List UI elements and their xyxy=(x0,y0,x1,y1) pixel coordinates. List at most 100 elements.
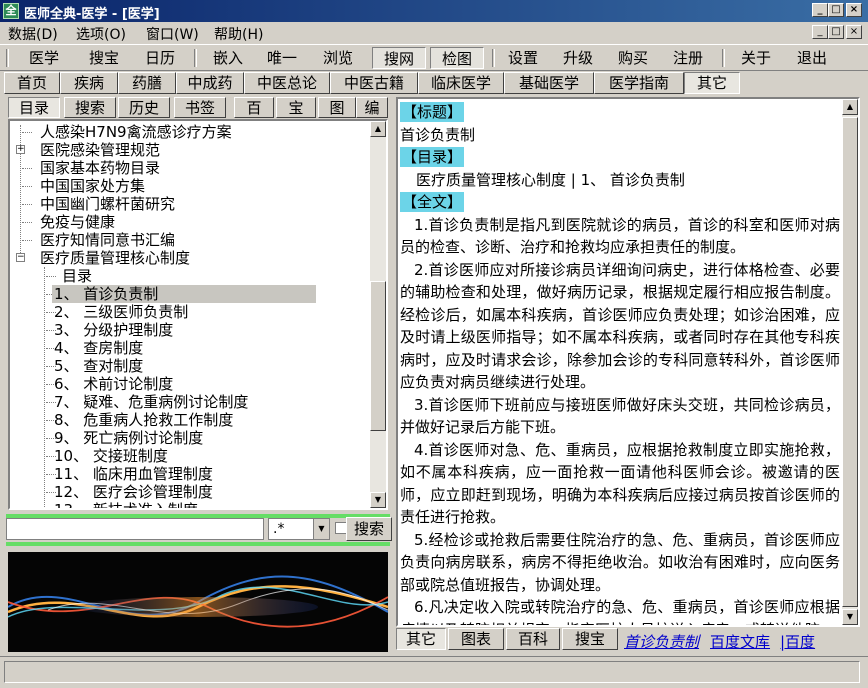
tab-bottom-treasure[interactable]: 搜宝 xyxy=(562,628,618,650)
tree-item-rescue-work[interactable]: 8、 危重病人抢救工作制度 xyxy=(54,411,233,429)
tree-item-toc[interactable]: 目录 xyxy=(62,267,92,285)
toolbar-medicine-button[interactable]: 医学 xyxy=(18,47,70,69)
toolbar-search-treasure-button[interactable]: 搜宝 xyxy=(78,47,130,69)
tree-item-consultation[interactable]: 12、 医疗会诊管理制度 xyxy=(54,483,213,501)
tab-bottom-encyclopedia[interactable]: 百科 xyxy=(506,628,560,650)
chevron-down-icon[interactable]: ▼ xyxy=(313,519,329,539)
tab-basic-medicine[interactable]: 基础医学 xyxy=(504,72,594,94)
menu-options[interactable]: 选项(O) xyxy=(76,24,126,44)
tab-diseases[interactable]: 疾病 xyxy=(60,72,118,94)
tab-baike[interactable]: 百 xyxy=(234,97,274,118)
tab-patent-medicine[interactable]: 中成药 xyxy=(176,72,244,94)
search-button[interactable]: 搜索 xyxy=(346,517,392,541)
tab-bottom-charts[interactable]: 图表 xyxy=(448,628,504,650)
toolbar-buy-button[interactable]: 购买 xyxy=(608,47,658,69)
tab-edit[interactable]: 编 xyxy=(356,97,388,118)
scroll-down-icon[interactable]: ▼ xyxy=(370,492,386,508)
maximize-button[interactable]: □ xyxy=(828,3,844,17)
tab-treasure[interactable]: 宝 xyxy=(276,97,316,118)
child-close-button[interactable]: × xyxy=(846,25,862,39)
tab-images[interactable]: 图 xyxy=(318,97,356,118)
reader-scrollbar[interactable]: ▲ ▼ xyxy=(842,99,858,625)
tree-item-new-technology[interactable]: 13、 新技术准入制度 xyxy=(54,501,198,508)
tree-item-three-level[interactable]: 2、 三级医师负责制 xyxy=(54,303,188,321)
tab-tcm-overview[interactable]: 中医总论 xyxy=(244,72,330,94)
tab-tcm-classics[interactable]: 中医古籍 xyxy=(330,72,418,94)
tree-item-difficult-cases[interactable]: 7、 疑难、危重病例讨论制度 xyxy=(54,393,248,411)
search-input[interactable] xyxy=(6,518,264,540)
tab-medicinal-diet[interactable]: 药膳 xyxy=(118,72,176,94)
light-waves-banner xyxy=(8,552,388,652)
tab-contents[interactable]: 目录 xyxy=(8,97,60,118)
tab-medical-guide[interactable]: 医学指南 xyxy=(594,72,684,94)
toolbar-embed-button[interactable]: 嵌入 xyxy=(202,47,254,69)
minimize-button[interactable]: _ xyxy=(812,3,828,17)
tree-item-verification[interactable]: 5、 查对制度 xyxy=(54,357,143,375)
tree-item-preop-discussion[interactable]: 6、 术前讨论制度 xyxy=(54,375,173,393)
left-panel-tabs: 目录 搜索 历史 书签 百 宝 图 编 xyxy=(6,97,390,119)
link-current-article[interactable]: 首诊负责制 xyxy=(624,631,699,652)
child-minimize-button[interactable]: _ xyxy=(812,25,828,39)
tree-item-formulary[interactable]: 中国国家处方集 xyxy=(40,177,145,195)
contents-tree: 人感染H7N9禽流感诊疗方案 + 医院感染管理规范 国家基本药物目录 中国国家处… xyxy=(8,119,388,510)
toolbar-upgrade-button[interactable]: 升级 xyxy=(553,47,603,69)
close-button[interactable]: × xyxy=(846,3,862,17)
toolbar-image-search-button[interactable]: 检图 xyxy=(430,47,484,69)
tree-item-shift-handover[interactable]: 10、 交接班制度 xyxy=(54,447,168,465)
tree-connector xyxy=(46,276,56,277)
scroll-thumb[interactable] xyxy=(842,117,858,607)
tree-item-ward-rounds[interactable]: 4、 查房制度 xyxy=(54,339,143,357)
tree-collapse-icon[interactable]: − xyxy=(16,253,25,262)
tree-item-core-systems[interactable]: 医疗质量管理核心制度 xyxy=(40,249,190,267)
scroll-down-icon[interactable]: ▼ xyxy=(842,609,858,625)
menu-data[interactable]: 数据(D) xyxy=(8,24,58,44)
link-baidu[interactable]: |百度 xyxy=(780,631,815,652)
tree-item-h7n9[interactable]: 人感染H7N9禽流感诊疗方案 xyxy=(40,123,232,141)
tree-connector xyxy=(22,204,32,205)
tab-bookmarks[interactable]: 书签 xyxy=(174,97,226,118)
tab-bottom-other[interactable]: 其它 xyxy=(396,628,446,650)
tree-item-consent-forms[interactable]: 医疗知情同意书汇编 xyxy=(40,231,175,249)
article-paragraph: 1.首诊负责制是指凡到医院就诊的病员，首诊的科室和医师对病员的检查、诊断、治疗和… xyxy=(400,215,840,257)
category-tabs: 首页 疾病 药膳 中成药 中医总论 中医古籍 临床医学 基础医学 医学指南 其它 xyxy=(0,71,868,95)
article-paragraph: 3.首诊医师下班前应与接班医师做好床头交班，共同检诊病员，并做好记录后方能下班。 xyxy=(400,395,840,437)
tree-connector xyxy=(22,186,32,187)
tree-item-first-visit[interactable]: 1、 首诊负责制 xyxy=(52,285,316,303)
tree-item-infection-control[interactable]: 医院感染管理规范 xyxy=(40,141,160,159)
toolbar-exit-button[interactable]: 退出 xyxy=(786,47,838,69)
tab-other[interactable]: 其它 xyxy=(684,72,740,94)
toolbar-web-search-button[interactable]: 搜网 xyxy=(372,47,426,69)
tab-history[interactable]: 历史 xyxy=(118,97,170,118)
menu-window[interactable]: 窗口(W) xyxy=(146,24,199,44)
scroll-up-icon[interactable]: ▲ xyxy=(370,121,386,137)
article-toc-line[interactable]: 医疗质量管理核心制度 | 1、 首诊负责制 xyxy=(400,169,840,192)
tree-item-h-pylori[interactable]: 中国幽门螺杆菌研究 xyxy=(40,195,175,213)
toolbar-unique-button[interactable]: 唯一 xyxy=(256,47,308,69)
toolbar-calendar-button[interactable]: 日历 xyxy=(134,47,186,69)
light-waves-image xyxy=(8,552,388,652)
toolbar-browse-button[interactable]: 浏览 xyxy=(312,47,364,69)
tree-scrollbar[interactable]: ▲ ▼ xyxy=(370,121,386,508)
menu-help[interactable]: 帮助(H) xyxy=(214,24,263,44)
toolbar-settings-button[interactable]: 设置 xyxy=(498,47,548,69)
scroll-up-icon[interactable]: ▲ xyxy=(842,99,858,115)
link-baidu-wenku[interactable]: 百度文库 xyxy=(710,631,770,652)
tree-item-essential-drugs[interactable]: 国家基本药物目录 xyxy=(40,159,160,177)
article-title: 首诊负责制 xyxy=(400,125,476,144)
tab-search[interactable]: 搜索 xyxy=(64,97,116,118)
toolbar-about-button[interactable]: 关于 xyxy=(730,47,782,69)
toolbar-separator xyxy=(722,49,725,67)
toolbar-register-button[interactable]: 注册 xyxy=(663,47,713,69)
status-panel xyxy=(4,661,860,683)
article-reader: 【标题】 首诊负责制 【目录】 医疗质量管理核心制度 | 1、 首诊负责制 【全… xyxy=(396,97,860,627)
scroll-thumb[interactable] xyxy=(370,281,386,431)
tree-expand-icon[interactable]: + xyxy=(16,145,25,154)
pattern-select[interactable]: .* ▼ xyxy=(268,518,330,540)
tree-item-blood-use[interactable]: 11、 临床用血管理制度 xyxy=(54,465,213,483)
tab-home[interactable]: 首页 xyxy=(4,72,60,94)
child-restore-button[interactable]: □ xyxy=(828,25,844,39)
tab-clinical-medicine[interactable]: 临床医学 xyxy=(418,72,504,94)
tree-item-death-cases[interactable]: 9、 死亡病例讨论制度 xyxy=(54,429,203,447)
tree-item-immunity[interactable]: 免疫与健康 xyxy=(40,213,115,231)
tree-item-graded-nursing[interactable]: 3、 分级护理制度 xyxy=(54,321,173,339)
